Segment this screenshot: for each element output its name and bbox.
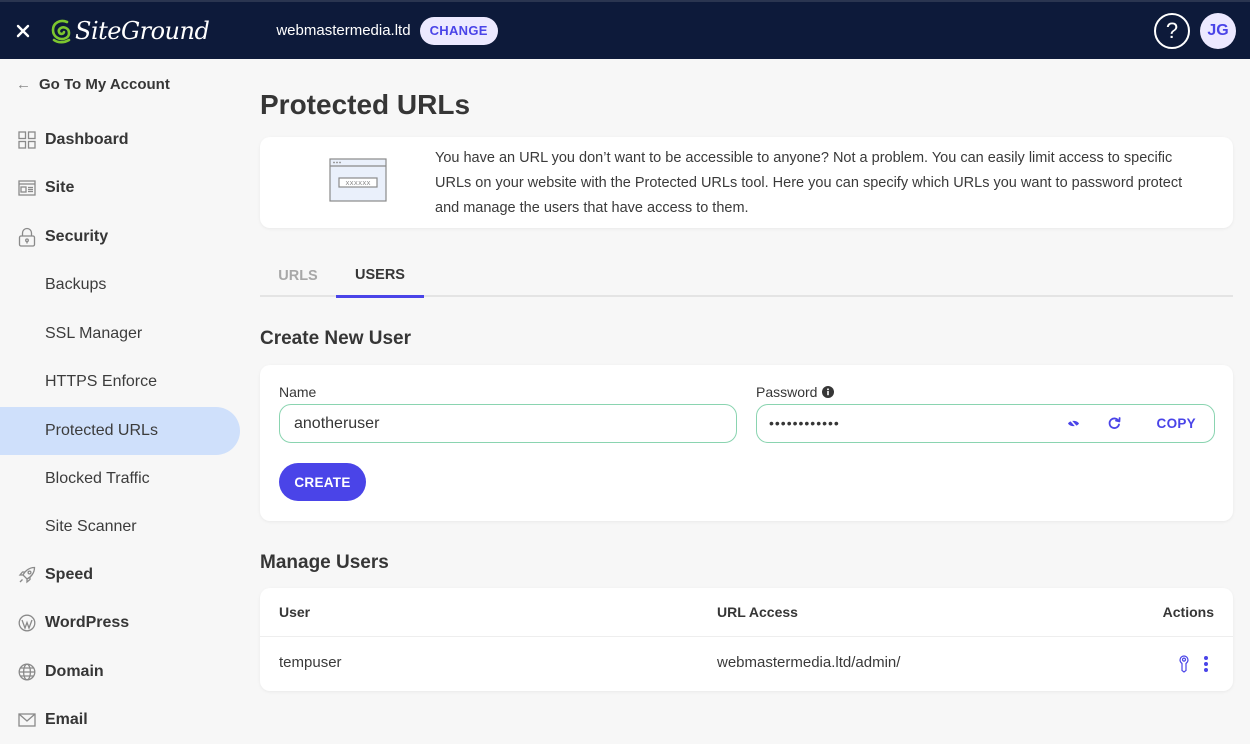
password-label: Password	[756, 384, 835, 400]
users-table: User URL Access Actions tempuser webmast…	[260, 588, 1233, 691]
sidebar-item-email[interactable]: Email	[0, 696, 240, 744]
sidebar-item-label: Dashboard	[45, 131, 129, 148]
password-field: COPY	[756, 404, 1215, 443]
tab-users[interactable]: USERS	[336, 255, 424, 298]
wordpress-icon	[17, 613, 37, 633]
sidebar-item-label: Site Scanner	[45, 518, 137, 535]
sidebar-item-security[interactable]: Security	[0, 213, 240, 261]
sidebar-item-label: Domain	[45, 663, 104, 680]
eye-slash-icon	[1067, 417, 1079, 429]
sidebar-item-https-enforce[interactable]: HTTPS Enforce	[0, 358, 240, 406]
user-avatar[interactable]: JG	[1200, 12, 1236, 49]
help-icon: ?	[1165, 17, 1179, 43]
arrow-left-icon: ←	[16, 76, 31, 93]
rocket-icon	[17, 565, 37, 585]
more-vertical-icon	[1204, 656, 1208, 672]
brand-name: SiteGround	[75, 16, 210, 45]
tab-bar: URLS USERS	[260, 255, 1233, 298]
sidebar-item-dashboard[interactable]: Dashboard	[0, 116, 240, 164]
table-row: tempuser webmastermedia.ltd/admin/	[260, 637, 1233, 691]
sidebar-item-label: Speed	[45, 566, 94, 583]
sidebar-item-site-scanner[interactable]: Site Scanner	[0, 503, 240, 551]
manage-users-heading: Manage Users	[260, 552, 389, 573]
toggle-visibility-button[interactable]	[1065, 415, 1081, 431]
sidebar-item-label: Email	[45, 711, 88, 728]
password-label-text: Password	[756, 384, 818, 400]
sidebar-item-blocked-traffic[interactable]: Blocked Traffic	[0, 455, 240, 503]
main-content: Protected URLs xxxxxx You have an URL yo…	[240, 59, 1250, 744]
sidebar-item-domain[interactable]: Domain	[0, 648, 240, 696]
cell-user: tempuser	[279, 654, 342, 671]
sidebar-item-label: Security	[45, 228, 109, 245]
sidebar-item-backups[interactable]: Backups	[0, 261, 240, 309]
name-label-text: Name	[279, 384, 317, 400]
top-bar: SiteGround webmastermedia.ltd CHANGE ? J…	[0, 0, 1250, 59]
sidebar: ← Go To My Account Dashboard Site Securi…	[0, 59, 240, 744]
siteground-logo[interactable]: SiteGround	[50, 16, 210, 45]
name-label: Name	[279, 384, 316, 400]
key-icon	[1179, 655, 1189, 673]
column-header-user: User	[279, 604, 311, 620]
close-icon	[16, 24, 30, 37]
globe-icon	[17, 662, 37, 682]
name-input[interactable]	[279, 404, 737, 443]
cell-url-access: webmastermedia.ltd/admin/	[717, 654, 901, 671]
regenerate-password-button[interactable]	[1106, 415, 1122, 431]
create-user-form: Name Password C	[260, 365, 1233, 521]
info-description: You have an URL you don’t want to be acc…	[435, 150, 1183, 216]
sidebar-item-speed[interactable]: Speed	[0, 551, 240, 599]
sidebar-item-label: Protected URLs	[45, 422, 158, 439]
sidebar-item-ssl-manager[interactable]: SSL Manager	[0, 310, 240, 358]
site-icon	[17, 178, 37, 198]
change-site-button[interactable]: CHANGE	[419, 16, 498, 45]
sidebar-item-wordpress[interactable]: WordPress	[0, 599, 240, 647]
lock-icon	[17, 227, 37, 247]
info-card: xxxxxx You have an URL you don’t want to…	[260, 137, 1233, 228]
help-button[interactable]: ?	[1154, 12, 1190, 49]
copy-password-button[interactable]: COPY	[1157, 405, 1196, 441]
sidebar-item-label: SSL Manager	[45, 325, 143, 342]
create-user-heading: Create New User	[260, 328, 412, 349]
tab-urls[interactable]: URLS	[260, 255, 336, 297]
current-site-name: webmastermedia.ltd	[276, 22, 411, 39]
refresh-icon	[1108, 416, 1120, 429]
column-header-url-access: URL Access	[717, 604, 798, 620]
close-button[interactable]	[12, 20, 34, 42]
mail-icon	[17, 710, 37, 730]
siteground-swirl-icon	[51, 19, 71, 44]
illustration-mask-text: xxxxxx	[345, 179, 370, 187]
protected-page-illustration-icon: xxxxxx	[329, 158, 387, 207]
grid-icon	[17, 130, 37, 150]
sidebar-item-label: Site	[45, 179, 75, 196]
more-actions-button[interactable]	[1196, 653, 1216, 675]
sidebar-item-label: HTTPS Enforce	[45, 373, 158, 390]
info-icon[interactable]	[822, 386, 835, 398]
sidebar-item-protected-urls[interactable]: Protected URLs	[0, 407, 240, 455]
back-link-label: Go To My Account	[39, 76, 170, 93]
password-input[interactable]	[769, 412, 1049, 434]
sidebar-item-site[interactable]: Site	[0, 164, 240, 212]
go-to-my-account-link[interactable]: ← Go To My Account	[16, 76, 170, 93]
table-header: User URL Access Actions	[260, 588, 1233, 637]
sidebar-item-label: Backups	[45, 276, 107, 293]
page-title: Protected URLs	[260, 89, 471, 120]
column-header-actions: Actions	[1162, 604, 1214, 620]
change-password-button[interactable]	[1174, 653, 1194, 675]
sidebar-item-label: Blocked Traffic	[45, 470, 150, 487]
sidebar-item-label: WordPress	[45, 614, 130, 631]
create-user-button[interactable]: CREATE	[279, 463, 366, 501]
